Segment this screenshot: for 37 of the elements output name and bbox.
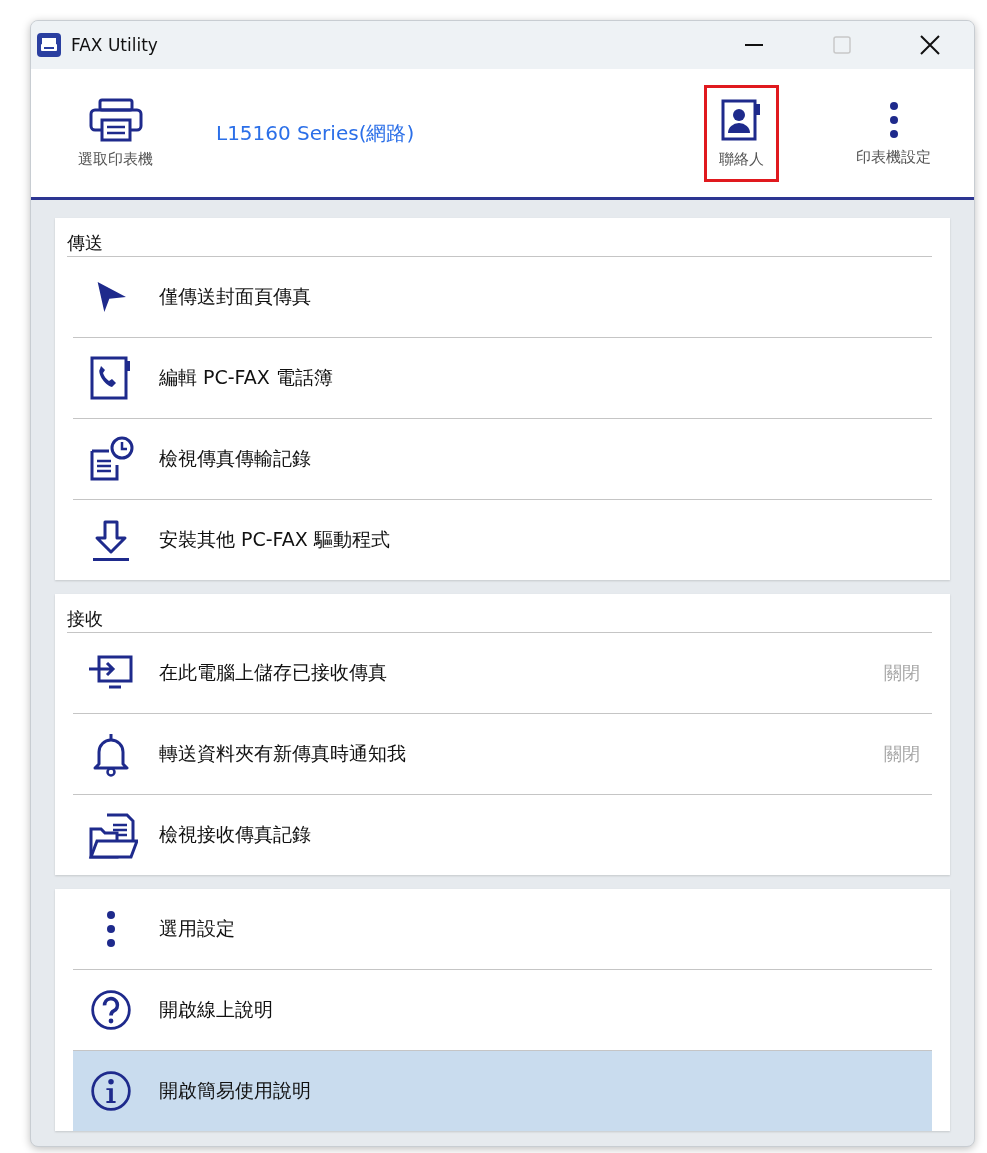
status-text: 關閉	[884, 742, 920, 766]
contacts-button[interactable]: 聯絡人	[704, 84, 779, 182]
menu-item[interactable]: 開啟簡易使用說明	[73, 1050, 932, 1131]
minimize-icon	[745, 44, 763, 46]
menu-item-label: 檢視接收傳真記錄	[159, 822, 312, 847]
window-title: FAX Utility	[71, 35, 159, 55]
menu-item-label: 開啟線上說明	[159, 997, 274, 1022]
menu-item[interactable]: 檢視接收傳真記錄	[73, 794, 932, 875]
fax-app-icon	[37, 33, 61, 57]
menu-item[interactable]: 在此電腦上儲存已接收傳真 關閉	[73, 633, 932, 713]
menu-item-label: 僅傳送封面頁傳真	[159, 284, 312, 309]
section-title: 傳送	[67, 218, 932, 257]
status-text: 關閉	[884, 661, 920, 685]
more-icon	[105, 909, 117, 949]
menu-item-label: 選用設定	[159, 916, 236, 941]
close-icon	[920, 35, 940, 55]
printer-icon	[87, 97, 144, 142]
menu-item-label: 檢視傳真傳輸記錄	[159, 446, 312, 471]
section-title: 接收	[67, 594, 932, 633]
more-icon	[887, 99, 900, 140]
menu-item[interactable]: 編輯 PC-FAX 電話簿	[73, 337, 932, 418]
menu-item-label: 開啟簡易使用說明	[159, 1078, 312, 1103]
menu-item-label: 在此電腦上儲存已接收傳真	[159, 660, 388, 685]
menu-item[interactable]: 轉送資料夾有新傳真時通知我 關閉	[73, 713, 932, 794]
maximize-icon	[833, 36, 851, 54]
menu-item[interactable]: 檢視傳真傳輸記錄	[73, 418, 932, 499]
menu-item[interactable]: 僅傳送封面頁傳真	[73, 257, 932, 337]
select-printer-button[interactable]: 選取印表機	[65, 88, 166, 178]
info-icon	[89, 1069, 133, 1113]
menu-item-label: 編輯 PC-FAX 電話簿	[159, 365, 334, 390]
help-icon	[89, 988, 133, 1032]
printer-settings-button[interactable]: 印表機設定	[849, 90, 938, 176]
menu-item-label: 安裝其他 PC-FAX 驅動程式	[159, 527, 391, 552]
printer-name: L15160 Series(網路)	[216, 119, 416, 147]
menu-item[interactable]: 安裝其他 PC-FAX 驅動程式	[73, 499, 932, 580]
menu-item[interactable]: 選用設定	[73, 889, 932, 969]
menu-item-label: 轉送資料夾有新傳真時通知我	[159, 741, 407, 766]
